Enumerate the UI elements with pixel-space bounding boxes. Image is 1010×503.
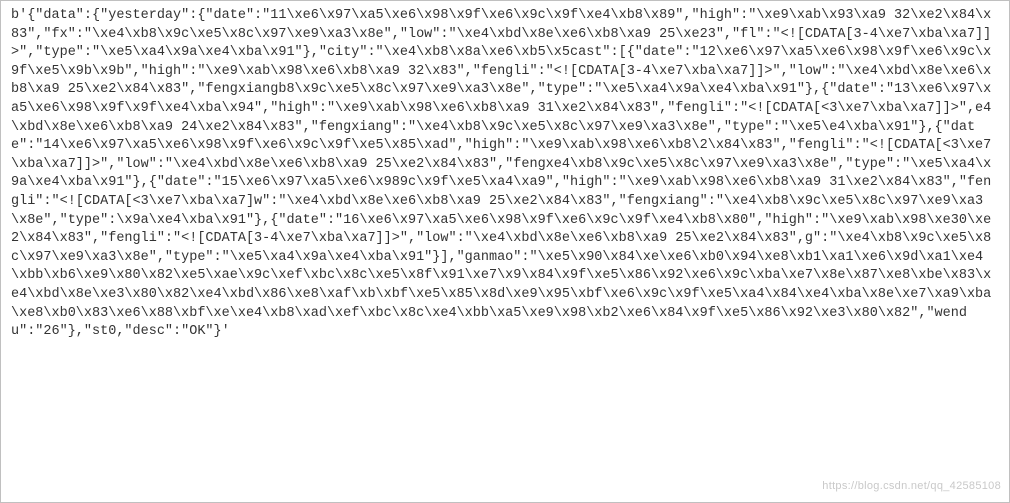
raw-response-text: b'{"data":{"yesterday":{"date":"11\xe6\x… [1, 1, 1009, 348]
watermark-text: https://blog.csdn.net/qq_42585108 [822, 477, 1001, 496]
output-panel: b'{"data":{"yesterday":{"date":"11\xe6\x… [0, 0, 1010, 503]
